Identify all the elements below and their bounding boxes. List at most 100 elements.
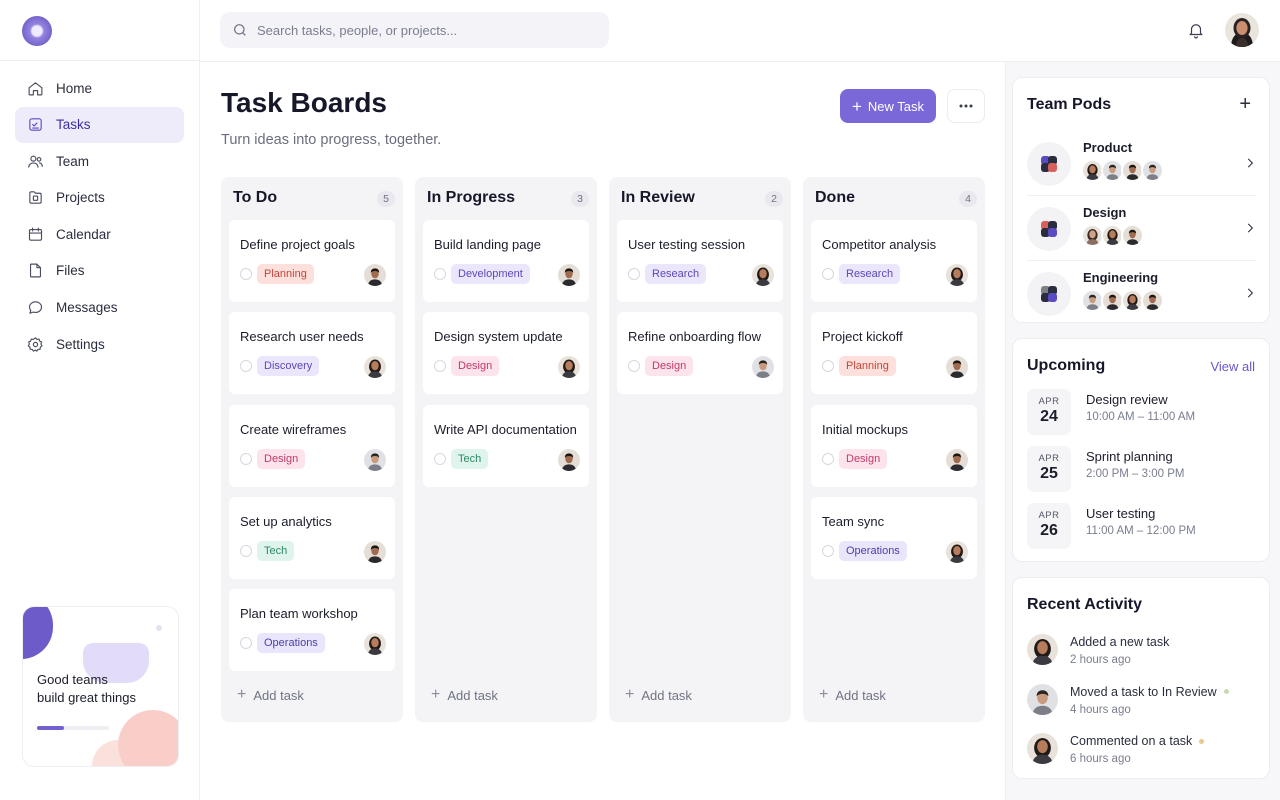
sidebar-item-messages[interactable]: Messages <box>15 290 184 326</box>
plus-icon: + <box>625 686 635 703</box>
sidebar: Home Tasks Team Projects Calendar Files … <box>0 0 200 800</box>
task-title: User testing session <box>628 237 746 252</box>
task-card[interactable]: Plan team workshop Operations <box>229 589 395 672</box>
activity-text: Commented on a task <box>1070 734 1205 748</box>
column-count-badge: 5 <box>377 191 395 207</box>
task-card[interactable]: Initial mockups Design <box>811 404 977 487</box>
activity-description: Commented on a task <box>1070 734 1193 748</box>
plus-icon: + <box>431 686 441 703</box>
add-task-button[interactable]: + Add task <box>431 687 498 703</box>
event-item[interactable]: APR 26 User testing 11:00 AM – 12:00 PM <box>1027 501 1257 551</box>
task-checkbox[interactable] <box>240 637 252 650</box>
task-checkbox[interactable] <box>434 268 446 280</box>
task-card[interactable]: Set up analytics Tech <box>229 496 395 579</box>
task-title: Initial mockups <box>822 421 908 437</box>
task-card[interactable]: Create wireframes Design <box>229 404 395 487</box>
event-month: APR <box>1038 453 1060 464</box>
event-item[interactable]: APR 25 Sprint planning 2:00 PM – 3:00 PM <box>1027 444 1257 494</box>
new-task-button[interactable]: + New Task <box>840 89 936 123</box>
chevron-right-icon[interactable] <box>1243 156 1257 170</box>
add-task-label: Add task <box>835 687 886 703</box>
activity-item[interactable]: Moved a task to In Review 4 hours ago <box>1027 682 1262 726</box>
task-checkbox[interactable] <box>628 268 640 280</box>
bell-icon[interactable] <box>1187 21 1205 39</box>
search-input[interactable] <box>257 22 577 38</box>
task-checkbox[interactable] <box>822 544 834 557</box>
user-avatar[interactable] <box>1225 13 1259 47</box>
event-title: Sprint planning <box>1086 449 1173 464</box>
task-checkbox[interactable] <box>240 544 252 557</box>
tasks-icon <box>29 118 42 131</box>
sidebar-item-label: Home <box>56 80 93 96</box>
task-card[interactable]: User testing session Research <box>617 220 783 302</box>
task-title: Design system update <box>434 329 563 345</box>
task-card[interactable]: Define project goals Planning <box>229 220 395 302</box>
activity-avatar <box>1027 733 1058 764</box>
assignee-avatar <box>752 356 774 379</box>
event-date: APR 26 <box>1027 503 1071 549</box>
event-month: APR <box>1038 510 1060 521</box>
search-box[interactable] <box>220 12 609 48</box>
task-card[interactable]: Refine onboarding flow Design <box>617 312 783 395</box>
activity-item[interactable]: Commented on a task 6 hours ago <box>1027 731 1262 775</box>
event-date: APR 24 <box>1027 389 1071 435</box>
task-card[interactable]: Write API documentation Tech <box>423 404 589 487</box>
task-card[interactable]: Project kickoff Planning <box>811 312 977 395</box>
add-task-button[interactable]: + Add task <box>625 687 692 703</box>
event-day: 26 <box>1040 522 1058 539</box>
task-card[interactable]: Build landing page Development <box>423 220 589 302</box>
task-tag: Tech <box>257 540 295 561</box>
status-dot <box>1223 689 1229 694</box>
event-title: User testing <box>1086 506 1156 521</box>
task-tag: Design <box>257 448 306 469</box>
event-day: 25 <box>1040 465 1058 482</box>
add-task-label: Add task <box>253 687 304 703</box>
app-logo[interactable] <box>22 16 52 46</box>
chevron-right-icon[interactable] <box>1243 286 1257 300</box>
board-column: In Progress 3 + Add task Build landing pag… <box>415 177 597 722</box>
pod-item[interactable]: Product <box>1027 132 1257 196</box>
task-card[interactable]: Team sync Operations <box>811 496 977 579</box>
event-item[interactable]: APR 24 Design review 10:00 AM – 11:00 AM <box>1027 387 1257 437</box>
sidebar-item-team[interactable]: Team <box>15 143 184 179</box>
chevron-right-icon[interactable] <box>1243 221 1257 235</box>
new-task-label: New Task <box>867 98 925 114</box>
task-card[interactable]: Research user needs Discovery <box>229 312 395 395</box>
add-task-button[interactable]: + Add task <box>237 687 304 703</box>
sidebar-item-label: Settings <box>56 336 105 352</box>
sidebar-item-projects[interactable]: Projects <box>15 180 184 216</box>
task-checkbox[interactable] <box>240 268 252 280</box>
task-checkbox[interactable] <box>434 360 446 373</box>
activity-description: Added a new task <box>1070 635 1170 649</box>
plus-icon: + <box>851 96 862 116</box>
task-title: Build landing page <box>434 237 541 252</box>
assignee-avatar <box>752 264 774 286</box>
task-card[interactable]: Competitor analysis Research <box>811 220 977 302</box>
pod-item[interactable]: Design <box>1027 197 1257 261</box>
add-task-button[interactable]: + Add task <box>819 687 886 703</box>
task-checkbox[interactable] <box>822 452 834 465</box>
view-all-link[interactable]: View all <box>1210 359 1255 374</box>
activity-item[interactable]: Added a new task 2 hours ago <box>1027 632 1262 676</box>
team-pods-panel: Team Pods + Product Design Engineering <box>1012 77 1270 323</box>
assignee-avatar <box>364 264 386 286</box>
sidebar-item-label: Calendar <box>56 226 111 242</box>
sidebar-item-label: Tasks <box>56 117 91 133</box>
sidebar-item-home[interactable]: Home <box>15 70 184 106</box>
task-checkbox[interactable] <box>434 452 446 465</box>
column-count-badge: 3 <box>571 191 589 207</box>
task-checkbox[interactable] <box>240 360 252 373</box>
activity-time: 2 hours ago <box>1070 654 1131 666</box>
task-checkbox[interactable] <box>240 452 252 465</box>
task-checkbox[interactable] <box>822 360 834 373</box>
task-checkbox[interactable] <box>822 268 834 280</box>
sidebar-item-settings[interactable]: Settings <box>15 326 184 362</box>
add-pod-icon[interactable]: + <box>1239 94 1251 114</box>
task-card[interactable]: Design system update Design <box>423 312 589 395</box>
sidebar-item-tasks[interactable]: Tasks <box>15 106 184 143</box>
task-checkbox[interactable] <box>628 360 640 373</box>
pod-item[interactable]: Engineering <box>1027 262 1257 326</box>
more-options-button[interactable] <box>947 89 985 123</box>
sidebar-item-calendar[interactable]: Calendar <box>15 216 184 252</box>
sidebar-item-files[interactable]: Files <box>15 253 184 289</box>
